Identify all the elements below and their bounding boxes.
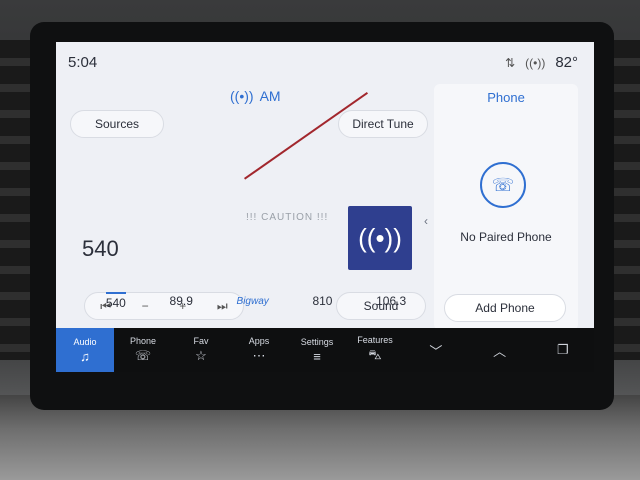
nav-fav[interactable]: Fav ☆ (172, 328, 230, 372)
sticker-text: !!! CAUTION !!! (246, 212, 329, 223)
nav-phone-label: Phone (129, 336, 157, 346)
clock: 5:04 (68, 54, 98, 71)
bottom-nav: Audio ♫ Phone ☏ Fav ☆ Apps ⋯ Settings ≡ … (56, 328, 594, 372)
chevron-left-icon[interactable]: ‹ (424, 214, 428, 228)
station-art: ((•)) (348, 206, 412, 270)
nav-features-label: Features (357, 335, 393, 345)
nav-settings[interactable]: Settings ≡ (288, 328, 346, 372)
nav-fav-label: Fav (193, 336, 209, 346)
right-air-vent (612, 40, 640, 360)
car-icon: ⛍ (368, 347, 382, 362)
copy-icon[interactable]: ❐ (557, 342, 569, 358)
sources-button[interactable]: Sources (70, 110, 164, 138)
preset-4[interactable]: 810 (312, 294, 332, 308)
phone-handset-icon: ☏ (134, 348, 152, 363)
status-icons: ⇅ ((•)) 82° (505, 54, 578, 71)
nav-apps[interactable]: Apps ⋯ (230, 328, 288, 372)
phone-icon[interactable]: ☏ (480, 162, 526, 208)
direct-tune-button[interactable]: Direct Tune (338, 110, 428, 138)
preset-5[interactable]: 106.3 (376, 294, 406, 308)
chevron-up-icon[interactable]: ︿ (493, 341, 506, 360)
sliders-icon: ≡ (313, 348, 321, 364)
nav-phone[interactable]: Phone ☏ (114, 328, 172, 372)
star-icon: ☆ (195, 348, 207, 363)
add-phone-button[interactable]: Add Phone (444, 294, 566, 322)
audio-source-title[interactable]: ((•)) AM (230, 88, 281, 104)
phone-panel: Phone ☏ No Paired Phone Add Phone (434, 84, 578, 330)
preset-3[interactable]: Bigway (237, 296, 269, 307)
nav-apps-label: Apps (248, 336, 270, 346)
chevron-down-icon[interactable]: ﹀ (429, 341, 442, 360)
status-bar: 5:04 ⇅ ((•)) 82° (56, 42, 594, 82)
nav-audio[interactable]: Audio ♫ (56, 328, 114, 372)
broadcast-icon: ((•)) (358, 222, 402, 253)
wifi-icon: ((•)) (525, 55, 546, 70)
music-note-icon: ♫ (80, 348, 90, 364)
audio-source-label: AM (259, 88, 281, 104)
signal-icon: ⇅ (505, 55, 516, 70)
left-air-vent (0, 40, 30, 360)
preset-bar: 540 89.9 Bigway 810 106.3 (84, 288, 428, 314)
infotainment-screen: 5:04 ⇅ ((•)) 82° ((•)) AM Sources Direct… (56, 42, 594, 372)
outside-temperature: 82° (555, 54, 578, 71)
radio-icon: ((•)) (230, 88, 254, 104)
nav-extra-controls: ﹀ ︿ ❐ (404, 328, 594, 372)
grid-icon: ⋯ (252, 348, 266, 363)
preset-1[interactable]: 540 (105, 292, 126, 310)
phone-status: No Paired Phone (460, 230, 552, 244)
phone-title[interactable]: Phone (434, 90, 578, 105)
current-frequency: 540 (82, 236, 119, 261)
caution-sticker: !!! CAUTION !!! (246, 212, 344, 266)
nav-settings-label: Settings (300, 336, 334, 347)
preset-2[interactable]: 89.9 (170, 294, 193, 308)
nav-features[interactable]: Features ⛍ (346, 328, 404, 372)
nav-audio-label: Audio (73, 336, 97, 347)
